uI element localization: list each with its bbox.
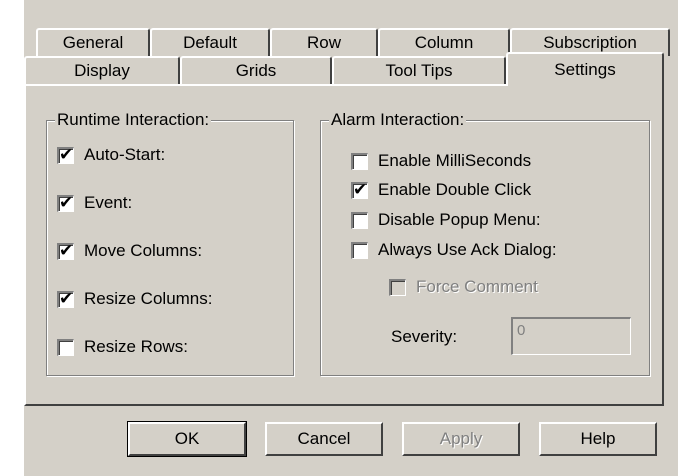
apply-button[interactable]: Apply [402,422,520,456]
group-title: Alarm Interaction: [329,110,467,130]
severity-input[interactable]: 0 [511,317,631,355]
checkbox-label: Resize Columns: [84,289,213,308]
tab-default[interactable]: Default [150,28,270,56]
enable-double-click-checkbox[interactable]: ✔ Enable Double Click [351,180,531,200]
tab-label: Subscription [543,33,637,52]
tab-general[interactable]: General [36,28,150,56]
check-icon: ✔ [353,179,368,200]
tab-tool-tips[interactable]: Tool Tips [332,56,506,84]
move-columns-checkbox[interactable]: ✔ Move Columns: [57,241,202,261]
group-title: Runtime Interaction: [55,110,212,130]
severity-label: Severity: [391,327,458,346]
checkbox-label: Always Use Ack Dialog: [378,240,557,259]
tab-column[interactable]: Column [378,28,510,56]
button-label: OK [174,429,200,448]
checkbox-box: ✔ [57,144,74,165]
checkbox-box [351,241,368,259]
checkbox-label: Disable Popup Menu: [378,210,541,229]
checkbox-label: Event: [84,193,133,212]
checkbox-box [351,152,368,170]
resize-columns-checkbox[interactable]: ✔ Resize Columns: [57,289,213,309]
button-label: Cancel [297,429,351,448]
tab-settings[interactable]: Settings [506,52,664,86]
settings-panel: Runtime Interaction: ✔ Auto-Start: ✔ Eve… [24,84,664,406]
tab-label: General [62,33,124,52]
button-label: Apply [439,429,483,448]
help-button[interactable]: Help [539,422,657,456]
tab-grids[interactable]: Grids [180,56,332,84]
cancel-button[interactable]: Cancel [265,422,383,456]
always-use-ack-dialog-checkbox[interactable]: Always Use Ack Dialog: [351,240,557,260]
checkbox-label: Auto-Start: [84,145,166,164]
check-icon: ✔ [59,144,74,165]
force-comment-checkbox[interactable]: Force Comment [389,277,538,297]
tab-label: Settings [554,60,616,79]
checkbox-label: Enable Double Click [378,180,532,199]
disable-popup-menu-checkbox[interactable]: Disable Popup Menu: [351,210,541,230]
checkbox-label: Move Columns: [84,241,203,260]
tab-row[interactable]: Row [270,28,378,56]
checkbox-box [57,338,74,356]
button-label: Help [580,429,616,448]
checkbox-box: ✔ [57,240,74,261]
severity-value: 0 [517,322,526,339]
ok-button[interactable]: OK [127,421,247,457]
check-icon: ✔ [59,192,74,213]
check-icon: ✔ [59,240,74,261]
checkbox-box: ✔ [57,192,74,213]
tab-label: Tool Tips [385,61,453,80]
resize-rows-checkbox[interactable]: Resize Rows: [57,337,188,357]
auto-start-checkbox[interactable]: ✔ Auto-Start: [57,145,165,165]
tab-label: Column [414,33,474,52]
tab-label: Display [74,61,130,80]
event-checkbox[interactable]: ✔ Event: [57,193,132,213]
checkbox-label: Enable MilliSeconds [378,151,532,170]
check-icon: ✔ [59,288,74,309]
tab-label: Row [306,33,341,52]
checkbox-label: Resize Rows: [84,337,188,356]
tab-display[interactable]: Display [24,56,180,84]
alarm-interaction-group: Alarm Interaction: Enable MilliSeconds ✔… [320,110,650,376]
tab-label: Default [183,33,237,52]
enable-milliseconds-checkbox[interactable]: Enable MilliSeconds [351,151,531,171]
tab-label: Grids [235,61,277,80]
checkbox-box [351,211,368,229]
checkbox-label: Force Comment [416,277,538,296]
checkbox-box: ✔ [57,288,74,309]
checkbox-box [389,278,406,296]
checkbox-box: ✔ [351,179,368,200]
runtime-interaction-group: Runtime Interaction: ✔ Auto-Start: ✔ Eve… [46,110,294,376]
